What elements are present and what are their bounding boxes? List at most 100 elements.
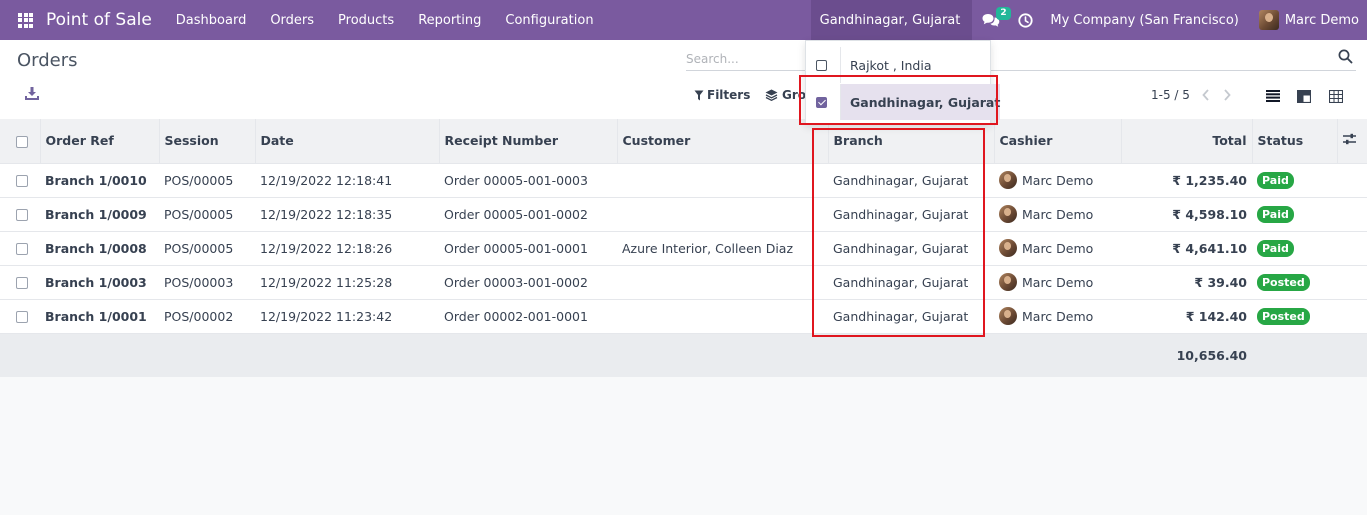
menu-products[interactable]: Products	[326, 13, 406, 28]
pager-previous-button[interactable]	[1201, 88, 1211, 106]
activity-clock-icon[interactable]	[1018, 12, 1033, 28]
row-checkbox[interactable]	[16, 311, 28, 323]
column-header-date[interactable]: Date	[254, 119, 439, 163]
chevron-right-icon	[1224, 89, 1231, 101]
groupby-button[interactable]: Group By	[765, 88, 805, 102]
column-header-customer[interactable]: Customer	[616, 119, 828, 163]
status-cell: Paid	[1252, 163, 1337, 197]
search-icon[interactable]	[1338, 49, 1353, 68]
filters-button[interactable]: Filters	[694, 88, 750, 102]
messages-count-badge: 2	[996, 7, 1011, 20]
table-header: Order Ref Session Date Receipt Number Cu…	[0, 119, 1367, 163]
session-cell: POS/00005	[164, 172, 234, 188]
user-name: Marc Demo	[1284, 12, 1359, 28]
cashier-name: Marc Demo	[1022, 172, 1094, 188]
order-ref-cell: Branch 1/0010	[45, 172, 147, 188]
filters-label: Filters	[707, 88, 751, 102]
branch-option-checkbox[interactable]	[816, 59, 827, 71]
orders-list: Order Ref Session Date Receipt Number Cu…	[0, 119, 1367, 377]
menu-configuration[interactable]: Configuration	[493, 13, 605, 28]
column-header-branch[interactable]: Branch	[827, 119, 994, 163]
column-header-status[interactable]: Status	[1251, 119, 1337, 163]
column-header-cashier[interactable]: Cashier	[993, 119, 1121, 163]
table-row[interactable]: Branch 1/0008 POS/00005 12/19/2022 12:18…	[0, 231, 1367, 265]
status-badge: Posted	[1257, 273, 1310, 291]
status-badge: Paid	[1257, 171, 1294, 189]
menu-reporting[interactable]: Reporting	[406, 13, 493, 28]
date-cell: 12/19/2022 12:18:35	[260, 206, 393, 222]
top-navbar: Point of Sale Dashboard Orders Products …	[0, 0, 1367, 40]
total-cell: ₹ 4,598.10	[1172, 206, 1247, 222]
select-all-checkbox[interactable]	[16, 135, 28, 148]
receipt-cell: Order 00002-001-0001	[444, 308, 588, 324]
customer-cell	[617, 197, 828, 231]
layers-icon	[765, 89, 778, 101]
row-end-cell	[1337, 197, 1367, 231]
footer-total: 10,656.40	[1176, 347, 1247, 363]
row-checkbox[interactable]	[16, 243, 28, 255]
search-input[interactable]	[686, 47, 1356, 71]
status-cell: Posted	[1252, 299, 1337, 333]
user-menu[interactable]: Marc Demo	[1258, 10, 1359, 30]
list-view-button[interactable]	[1263, 87, 1283, 105]
optional-columns-toggle[interactable]	[1336, 119, 1367, 163]
cashier-avatar	[999, 171, 1017, 189]
column-header-session[interactable]: Session	[158, 119, 255, 163]
row-end-cell	[1337, 231, 1367, 265]
date-cell: 12/19/2022 11:23:42	[260, 308, 393, 324]
user-avatar	[1258, 10, 1279, 30]
kanban-view-button[interactable]	[1294, 87, 1314, 105]
cashier-cell: Marc Demo	[994, 265, 1121, 299]
row-checkbox[interactable]	[16, 277, 28, 289]
apps-menu-icon[interactable]	[18, 12, 33, 28]
column-header-receipt-number[interactable]: Receipt Number	[438, 119, 617, 163]
branch-cell: Gandhinagar, Gujarat	[833, 172, 969, 188]
export-button[interactable]	[25, 86, 39, 104]
branch-option-gandhinagar[interactable]: Gandhinagar, Gujarat	[806, 84, 1001, 120]
status-badge: Paid	[1257, 205, 1294, 223]
cashier-name: Marc Demo	[1022, 308, 1094, 324]
receipt-cell: Order 00005-001-0003	[444, 172, 588, 188]
row-select-cell	[0, 231, 40, 265]
row-checkbox[interactable]	[16, 175, 28, 187]
session-cell: POS/00005	[164, 240, 234, 256]
column-header-total[interactable]: Total	[1120, 119, 1252, 163]
table-row[interactable]: Branch 1/0001 POS/00002 12/19/2022 11:23…	[0, 299, 1367, 333]
column-header-order-ref[interactable]: Order Ref	[39, 119, 159, 163]
branch-option-checkbox-checked[interactable]	[816, 96, 827, 108]
pager-next-button[interactable]	[1222, 88, 1232, 106]
date-cell: 12/19/2022 11:25:28	[260, 274, 393, 290]
company-switcher[interactable]: My Company (San Francisco)	[1050, 13, 1238, 28]
order-ref-cell: Branch 1/0008	[45, 240, 147, 256]
menu-dashboard[interactable]: Dashboard	[164, 13, 259, 28]
branch-switcher[interactable]: Gandhinagar, Gujarat	[810, 0, 973, 40]
messages-button[interactable]: 2	[982, 0, 1011, 40]
branch-option-rajkot[interactable]: Rajkot , India	[806, 47, 990, 83]
pager-value[interactable]: 1-5 / 5	[1151, 88, 1190, 102]
menu-orders[interactable]: Orders	[258, 13, 326, 28]
branch-option-label: Rajkot , India	[850, 57, 932, 73]
customer-cell	[617, 163, 828, 197]
table-row[interactable]: Branch 1/0003 POS/00003 12/19/2022 11:25…	[0, 265, 1367, 299]
table-row[interactable]: Branch 1/0009 POS/00005 12/19/2022 12:18…	[0, 197, 1367, 231]
row-select-cell	[0, 265, 40, 299]
cashier-avatar	[999, 273, 1017, 291]
row-checkbox[interactable]	[16, 209, 28, 221]
cashier-avatar	[999, 239, 1017, 257]
table-row[interactable]: Branch 1/0010 POS/00005 12/19/2022 12:18…	[0, 163, 1367, 197]
pivot-view-button[interactable]	[1326, 87, 1346, 105]
receipt-cell: Order 00005-001-0002	[444, 206, 588, 222]
session-cell: POS/00002	[164, 308, 234, 324]
list-view-icon	[1266, 90, 1280, 102]
receipt-cell: Order 00005-001-0001	[444, 240, 588, 256]
order-ref-cell: Branch 1/0003	[45, 274, 147, 290]
row-end-cell	[1337, 163, 1367, 197]
status-badge: Paid	[1257, 239, 1294, 257]
sliders-icon	[1342, 134, 1356, 145]
row-end-cell	[1337, 265, 1367, 299]
app-name[interactable]: Point of Sale	[46, 10, 152, 30]
order-ref-cell: Branch 1/0009	[45, 206, 147, 222]
branch-cell: Gandhinagar, Gujarat	[833, 206, 969, 222]
pivot-view-icon	[1329, 89, 1343, 103]
table-footer: 10,656.40	[0, 333, 1367, 377]
